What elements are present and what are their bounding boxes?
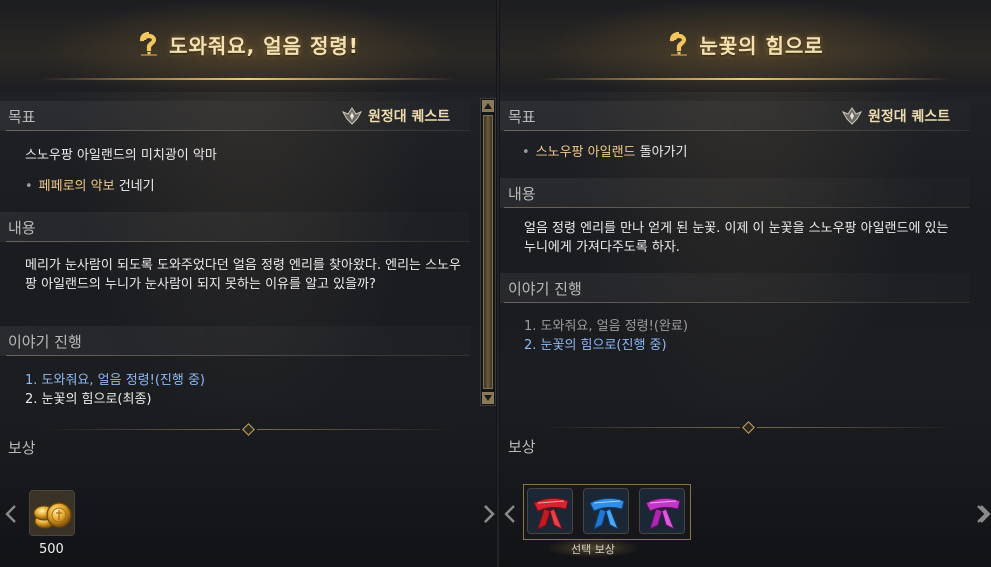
reward-slot[interactable] <box>29 490 75 536</box>
quest-panel-right: 눈꽃의 힘으로 목표 원정대 퀘스트 • 스노우팡 아일랜드 돌아가기 내용 얼음… <box>500 0 991 567</box>
content-label: 내용 <box>508 185 536 203</box>
chevron-right-icon[interactable] <box>975 504 989 524</box>
goal-objective: • 페페로의 악보 건네기 <box>25 179 155 194</box>
goal-text: 스노우팡 아일랜드의 미치광이 악마 <box>25 148 217 163</box>
section-divider <box>6 241 470 242</box>
section-divider <box>504 207 970 208</box>
red-scarf-icon <box>528 489 572 533</box>
caret-down-icon <box>484 395 492 401</box>
expedition-emblem-icon <box>842 107 862 125</box>
story-step: 2. 눈꽃의 힘으로(최종) <box>25 392 152 407</box>
section-divider <box>504 302 970 303</box>
reward-divider <box>540 420 960 434</box>
panel-header: 도와줘요, 얼음 정령! <box>0 0 496 92</box>
goal-item-text: 돌아가기 <box>635 145 688 160</box>
scroll-down-button[interactable] <box>482 392 494 404</box>
content-label: 내용 <box>8 219 36 237</box>
goal-label: 목표 <box>8 108 36 126</box>
header-divider <box>40 78 456 80</box>
quest-type-label: 원정대 퀘스트 <box>368 109 451 125</box>
goal-objective: • 스노우팡 아일랜드 돌아가기 <box>522 145 688 160</box>
section-divider <box>504 130 970 131</box>
gold-coins-icon <box>30 491 74 535</box>
reward-slot[interactable] <box>583 488 629 534</box>
story-step: 2. 눈꽃의 힘으로(진행 중) <box>524 338 667 353</box>
header-divider <box>540 78 951 80</box>
section-band <box>0 212 470 242</box>
quest-title: 눈꽃의 힘으로 <box>699 34 824 58</box>
expedition-emblem-icon <box>342 107 362 125</box>
scroll-thumb[interactable] <box>483 115 493 389</box>
chevron-left-icon[interactable] <box>4 504 18 524</box>
content-text: 얼음 정령 엔리를 만나 얻게 된 눈꽃. 이제 이 눈꽃을 스노우팡 아일랜드… <box>524 221 949 255</box>
reward-slot[interactable] <box>527 488 573 534</box>
quest-type-badge: 원정대 퀘스트 <box>342 106 450 126</box>
caret-up-icon <box>484 103 492 109</box>
goal-label: 목표 <box>508 108 536 126</box>
content-text: 메리가 눈사람이 되도록 도와주었다던 얼음 정령 엔리를 찾아왔다. 엔리는 … <box>25 258 462 292</box>
section-band <box>500 178 970 208</box>
section-divider <box>6 355 470 356</box>
story-label: 이야기 진행 <box>508 280 582 298</box>
chevron-right-icon[interactable] <box>482 504 496 524</box>
chevron-left-icon[interactable] <box>503 504 517 524</box>
goal-item-highlight: 스노우팡 아일랜드 <box>535 145 636 160</box>
reward-label: 보상 <box>508 438 536 456</box>
story-label: 이야기 진행 <box>8 333 82 351</box>
goal-item-text: 건네기 <box>114 179 155 194</box>
magenta-scarf-icon <box>640 489 684 533</box>
choice-reward-label: 선택 보상 <box>571 543 615 556</box>
reward-quantity: 500 <box>39 542 64 557</box>
reward-label: 보상 <box>8 439 36 457</box>
panel-header: 눈꽃의 힘으로 <box>500 0 991 92</box>
scroll-up-button[interactable] <box>482 100 494 112</box>
quest-panel-left: 도와줘요, 얼음 정령! 목표 원정대 퀘스트 스노우팡 아일랜드의 미치광이 … <box>0 0 496 567</box>
reward-slot[interactable] <box>639 488 685 534</box>
content-scrollbar[interactable] <box>480 98 496 406</box>
section-divider <box>6 130 470 131</box>
story-step: 1. 도와줘요, 얼음 정령!(진행 중) <box>25 373 205 388</box>
reward-divider <box>40 422 460 436</box>
quest-exclamation-icon <box>139 31 158 56</box>
quest-exclamation-icon <box>670 31 688 56</box>
quest-title: 도와줘요, 얼음 정령! <box>169 34 359 58</box>
blue-scarf-icon <box>584 489 628 533</box>
goal-item-highlight: 페페로의 악보 <box>38 179 115 194</box>
quest-type-label: 원정대 퀘스트 <box>868 109 951 125</box>
story-step: 1. 도와줘요, 얼음 정령!(완료) <box>524 319 688 334</box>
quest-type-badge: 원정대 퀘스트 <box>842 106 950 126</box>
